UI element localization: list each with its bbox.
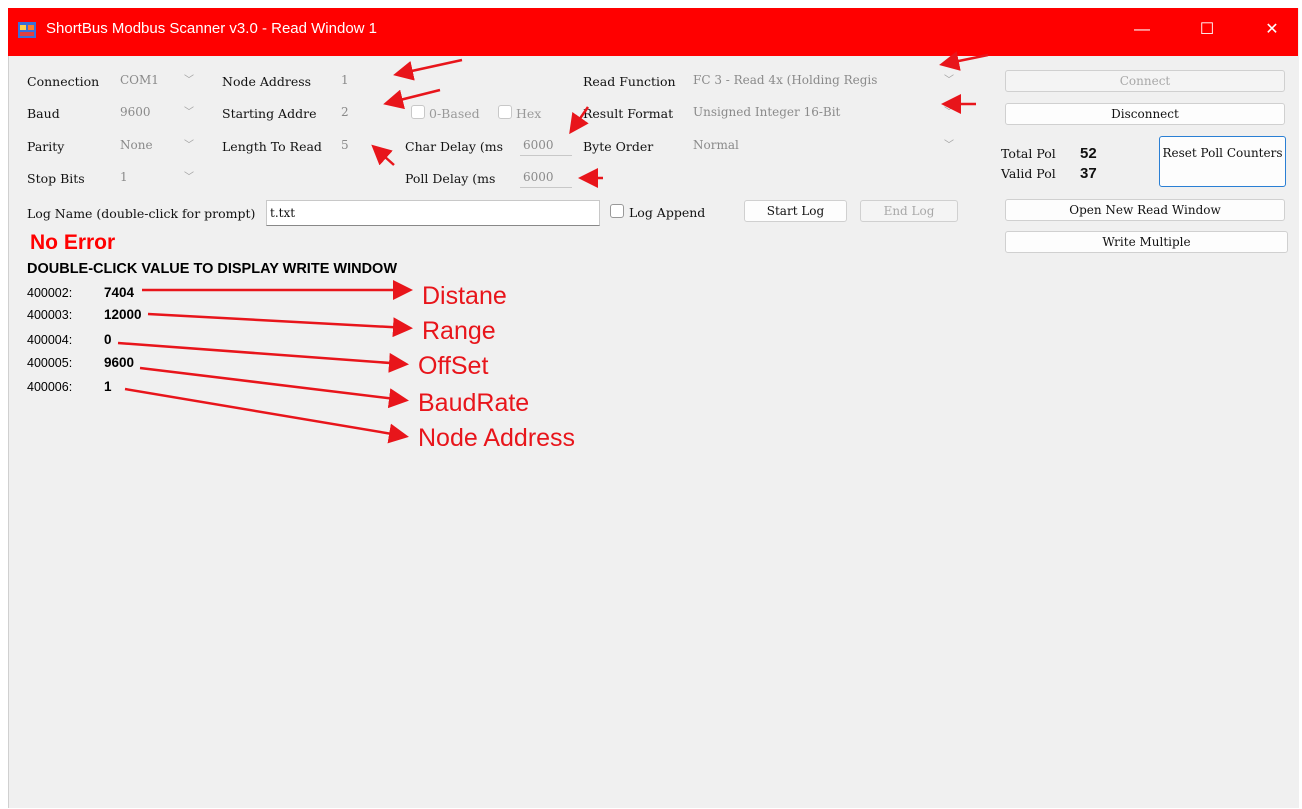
annotation-arrows: [117, 51, 989, 444]
arrow-char-delay: [569, 106, 590, 135]
arrow-register-4: [139, 366, 409, 409]
arrow-register-2: [147, 312, 413, 338]
arrow-starting-address: [383, 88, 441, 110]
arrow-length-to-read: [371, 144, 395, 166]
arrow-register-3: [117, 341, 409, 373]
arrow-read-function: [939, 51, 989, 71]
arrow-node-address: [393, 58, 463, 81]
